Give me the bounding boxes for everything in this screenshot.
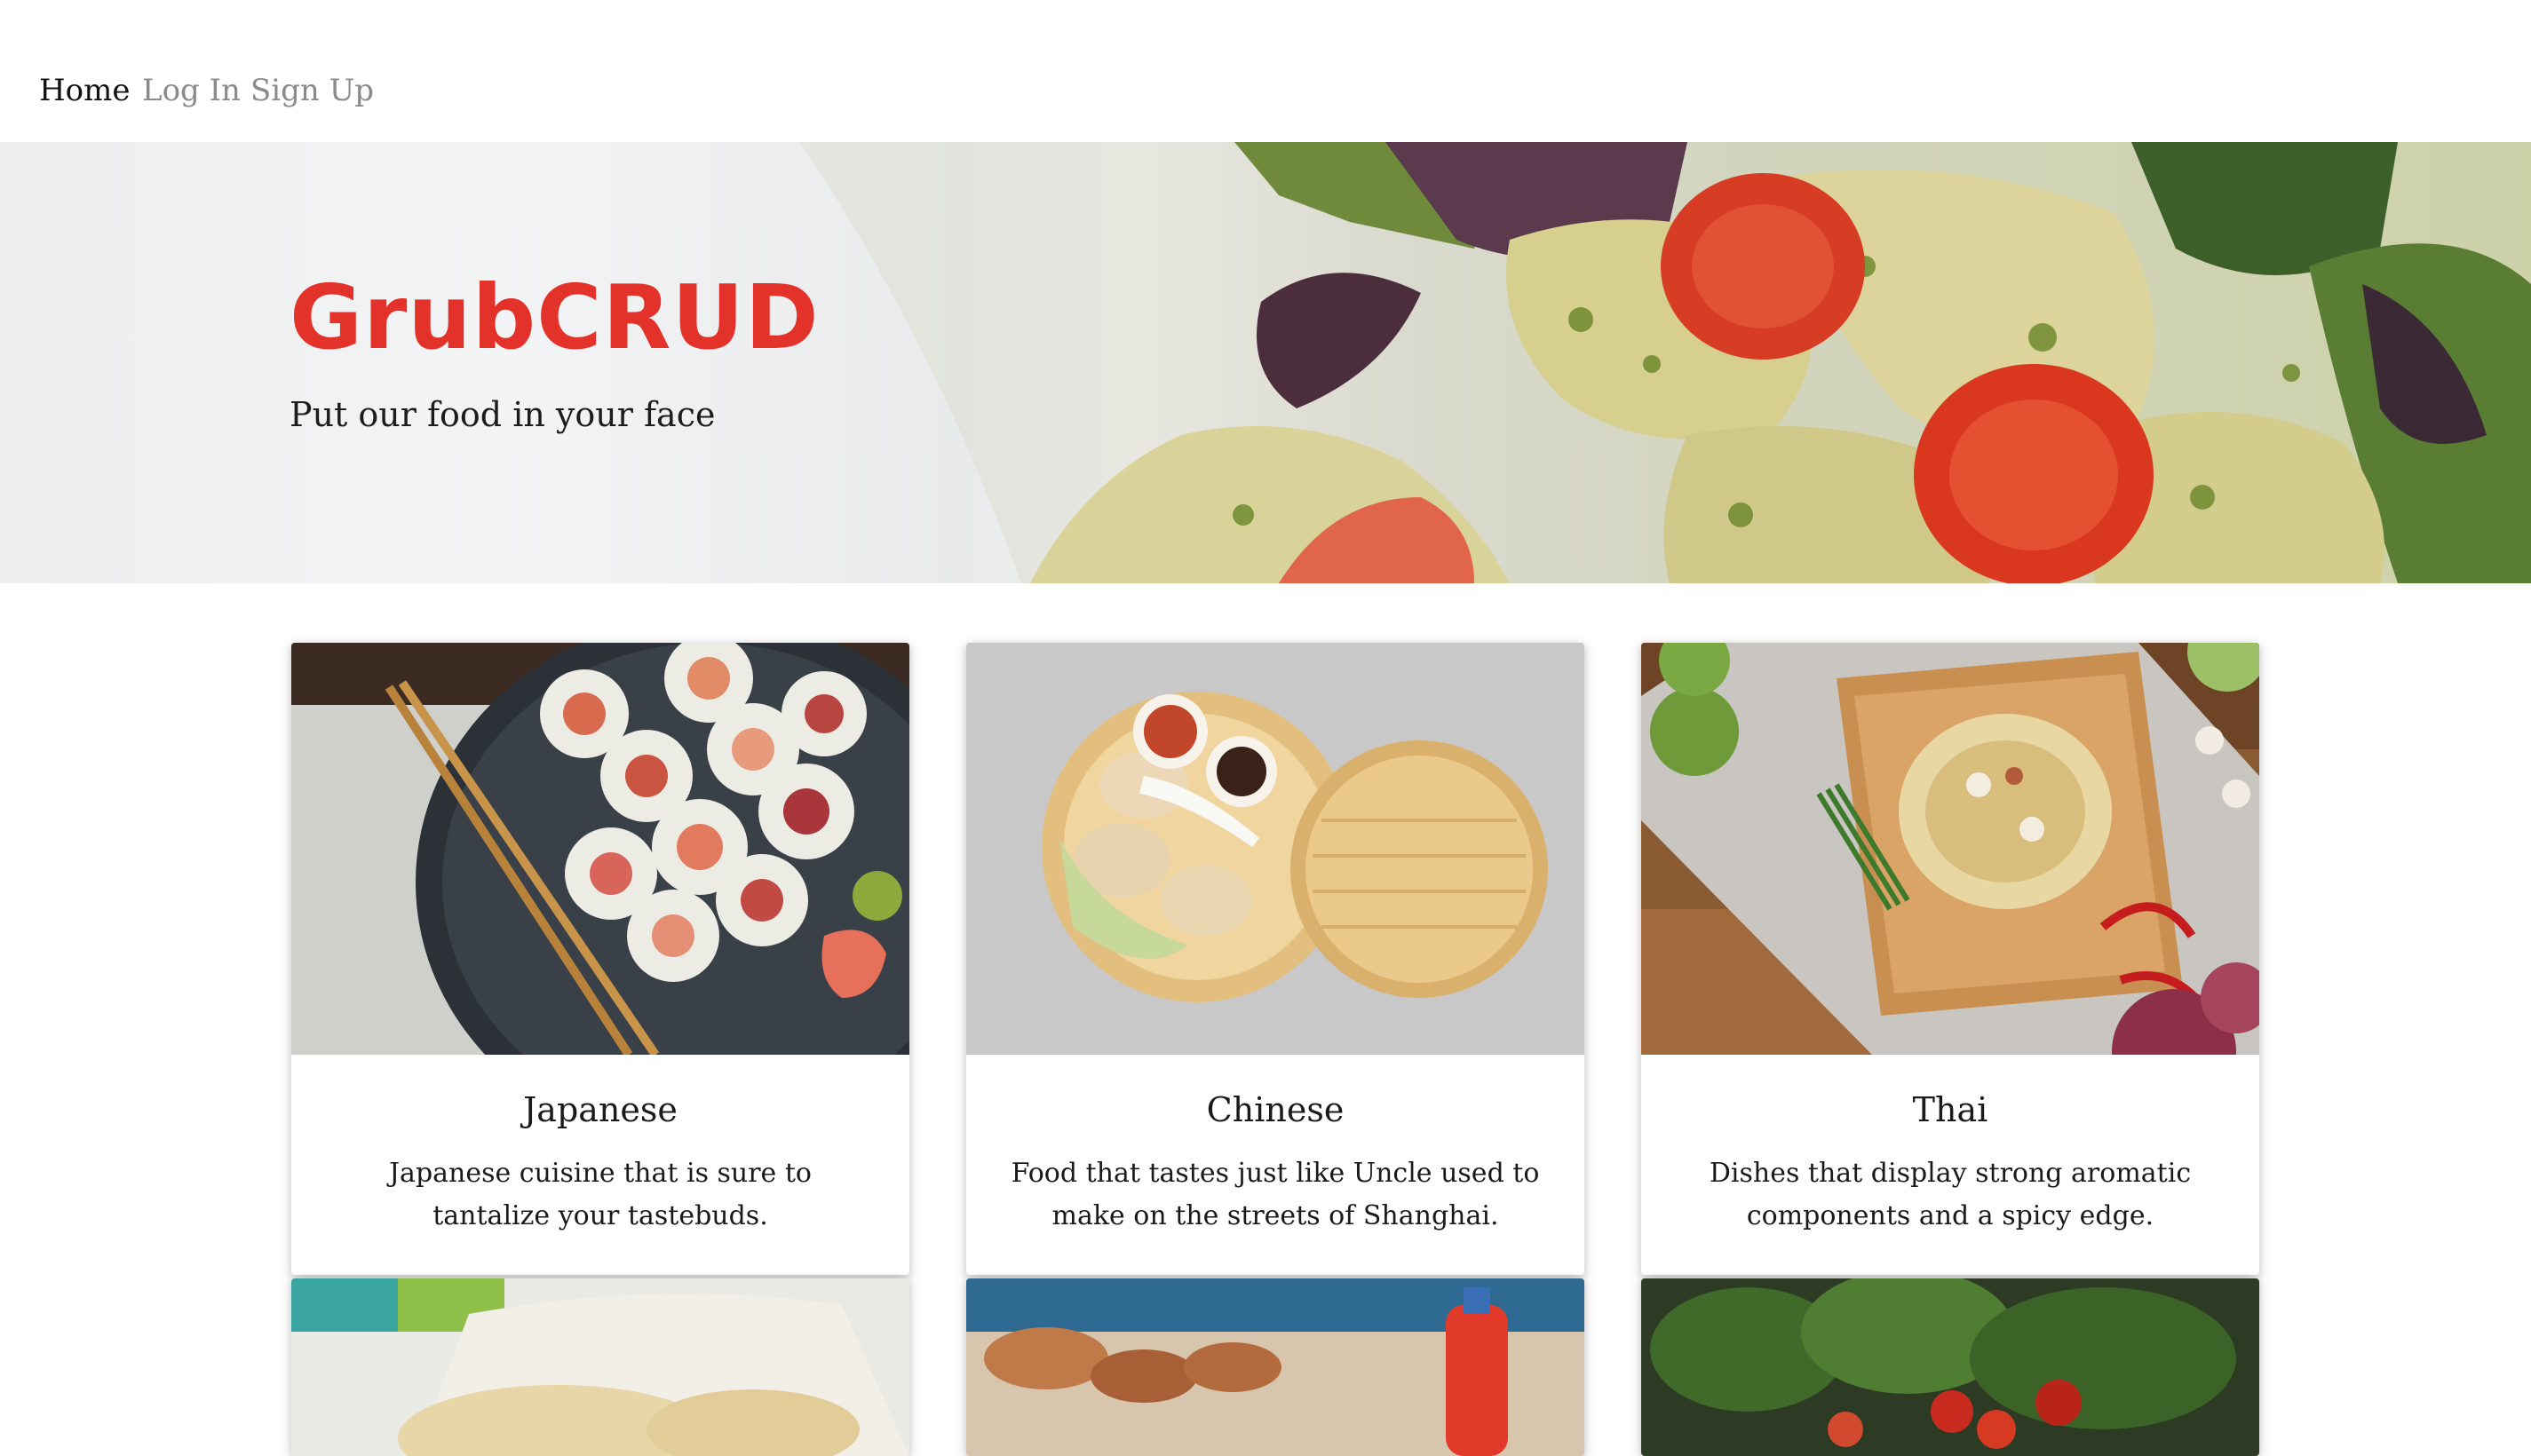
pad-thai-photo — [1641, 643, 2259, 1055]
cuisine-card-japanese[interactable]: Japanese Japanese cuisine that is sure t… — [291, 643, 909, 1275]
cuisine-card-6[interactable] — [1641, 1278, 2259, 1456]
card-title: Thai — [1912, 1090, 1988, 1129]
site-title: GrubCRUD — [290, 265, 820, 369]
hero-banner: GrubCRUD Put our food in your face — [0, 142, 2531, 583]
card-description: Dishes that display strong aromatic comp… — [1709, 1158, 2192, 1231]
card-title: Chinese — [1206, 1090, 1345, 1129]
sushi-photo — [291, 643, 909, 1055]
cuisine-card-thai[interactable]: Thai Dishes that display strong aromatic… — [1641, 643, 2259, 1275]
cuisine-card-4[interactable] — [291, 1278, 909, 1456]
cuisine-card-chinese[interactable]: Chinese Food that tastes just like Uncle… — [966, 643, 1584, 1275]
top-navbar: Home Log In Sign Up — [0, 0, 2531, 142]
cuisine-card-5[interactable] — [966, 1278, 1584, 1456]
salad-photo — [1641, 1278, 2259, 1456]
nav-link-signup[interactable]: Sign Up — [250, 69, 374, 112]
nav-link-home[interactable]: Home — [39, 69, 130, 112]
flatbread-photo — [291, 1278, 909, 1456]
nav-link-login[interactable]: Log In — [142, 69, 241, 112]
card-description: Japanese cuisine that is sure to tantali… — [389, 1158, 812, 1231]
grill-photo — [966, 1278, 1584, 1456]
card-description: Food that tastes just like Uncle used to… — [1011, 1158, 1540, 1231]
card-title: Japanese — [523, 1090, 678, 1129]
site-tagline: Put our food in your face — [290, 395, 716, 434]
dim-sum-photo — [966, 643, 1584, 1055]
